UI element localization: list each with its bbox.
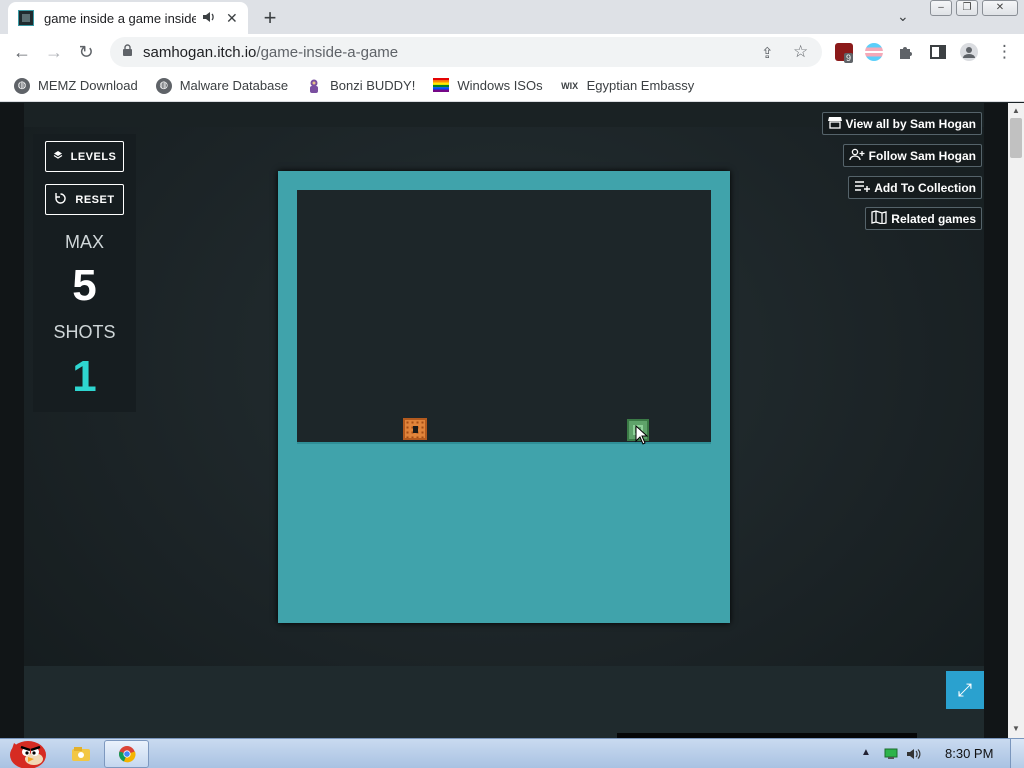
bookmark-egyptian-embassy[interactable]: WIX Egyptian Embassy	[561, 78, 695, 94]
restore-button[interactable]: ❐	[956, 0, 978, 16]
related-games-button[interactable]: Related games	[865, 207, 982, 230]
forward-button[interactable]: →	[43, 42, 65, 62]
fullscreen-button[interactable]: ⤢	[946, 671, 984, 709]
bookmark-label: MEMZ Download	[38, 78, 138, 93]
site-favicon	[18, 10, 34, 26]
bookmark-memz-download[interactable]: ◍ MEMZ Download	[14, 77, 138, 94]
window-close-button[interactable]: ✕	[982, 0, 1018, 16]
add-to-collection-button[interactable]: Add To Collection	[848, 176, 982, 199]
max-label: MAX	[64, 232, 104, 252]
bookmark-windows-isos[interactable]: Windows ISOs	[433, 77, 543, 94]
store-icon	[827, 116, 842, 132]
tab-game-inside-a-game[interactable]: game inside a game inside ✕	[8, 2, 248, 34]
levels-button[interactable]: LEVELS	[45, 141, 124, 172]
bookmark-star-icon[interactable]: ☆	[793, 42, 808, 62]
extensions-puzzle-icon[interactable]	[897, 43, 915, 61]
rainbow-flag-icon	[433, 77, 450, 94]
scroll-up-arrow-icon[interactable]: ▲	[1012, 106, 1020, 115]
reset-button[interactable]: RESET	[45, 184, 124, 215]
flag-extension-icon[interactable]	[865, 43, 883, 61]
user-plus-icon	[849, 148, 865, 164]
playlist-add-icon	[854, 180, 871, 195]
new-tab-button[interactable]: +	[258, 5, 282, 31]
player-core	[413, 426, 418, 433]
share-icon[interactable]: ⇪	[761, 44, 774, 62]
embed-bottom-band	[24, 666, 984, 738]
tab-close-icon[interactable]: ✕	[226, 10, 238, 27]
related-label: Related games	[891, 211, 976, 226]
browser-toolbar: ← → ↻ samhogan.itch.io/game-inside-a-gam…	[0, 34, 1024, 70]
follow-author-button[interactable]: Follow Sam Hogan	[842, 144, 982, 167]
bonzi-icon	[306, 78, 322, 94]
follow-label: Follow Sam Hogan	[868, 148, 976, 163]
bookmark-bonzi-buddy[interactable]: Bonzi BUDDY!	[306, 78, 415, 94]
shots-label: SHOTS	[53, 322, 116, 342]
speaker-icon[interactable]	[202, 11, 216, 26]
levels-label: LEVELS	[70, 150, 117, 163]
taskbar-chrome-button[interactable]	[104, 740, 149, 768]
bookmark-label: Windows ISOs	[457, 78, 543, 93]
url-path: /game-inside-a-game	[256, 43, 399, 61]
show-desktop-button[interactable]	[1010, 739, 1024, 768]
player-block	[403, 418, 427, 440]
game-level-area	[297, 190, 711, 442]
max-value: 5	[72, 261, 97, 310]
bookmarks-bar: ◍ MEMZ Download ◍ Malware Database Bonzi…	[0, 70, 1024, 102]
tab-search-chevron-icon[interactable]: ⌄	[897, 8, 909, 25]
tab-title: game inside a game inside	[44, 10, 196, 26]
volume-icon[interactable]	[906, 747, 921, 759]
window-controls: – ❐ ✕	[926, 0, 1018, 18]
map-icon	[871, 210, 887, 227]
start-button-angry-bird-icon[interactable]	[4, 733, 50, 768]
extension-badge: 9	[844, 53, 854, 63]
file-explorer-icon[interactable]	[70, 743, 92, 765]
view-all-by-author-button[interactable]: View all by Sam Hogan	[821, 112, 982, 135]
view-all-label: View all by Sam Hogan	[845, 116, 977, 131]
tab-strip: game inside a game inside ✕ + ⌄ – ❐ ✕	[0, 0, 1024, 34]
reset-icon	[54, 192, 67, 208]
game-canvas[interactable]	[278, 171, 730, 623]
page-viewport: LEVELS RESET MAX 5 SHOTS 1 View all by S…	[0, 103, 1008, 738]
tray-expand-icon[interactable]: ▲	[861, 747, 871, 758]
shots-value: 1	[72, 352, 97, 401]
network-icon[interactable]	[884, 747, 898, 759]
reload-button[interactable]: ↻	[75, 42, 97, 62]
layers-icon	[53, 150, 63, 163]
wix-icon: WIX	[561, 80, 579, 91]
back-button[interactable]: ←	[11, 42, 33, 62]
address-bar[interactable]: samhogan.itch.io/game-inside-a-game	[110, 37, 822, 67]
bookmark-label: Malware Database	[179, 78, 289, 93]
globe-icon: ◍	[14, 77, 30, 94]
globe-icon: ◍	[155, 77, 172, 94]
chrome-icon	[119, 746, 136, 763]
profile-avatar-icon[interactable]	[960, 43, 978, 61]
chrome-menu-icon[interactable]: ⋮	[996, 42, 1013, 62]
lock-icon[interactable]	[122, 44, 133, 60]
bookmark-malware-database[interactable]: ◍ Malware Database	[155, 77, 289, 94]
scroll-down-arrow-icon[interactable]: ▼	[1012, 724, 1020, 733]
windows-taskbar: ▲ 8:30 PM	[0, 738, 1024, 768]
side-panel-icon[interactable]	[929, 43, 947, 61]
screen: game inside a game inside ✕ + ⌄ – ❐ ✕ ← …	[0, 0, 1024, 768]
mouse-cursor-icon	[635, 425, 649, 445]
reset-label: RESET	[75, 193, 115, 206]
taskbar-clock[interactable]: 8:30 PM	[945, 746, 993, 761]
bookmark-label: Bonzi BUDDY!	[330, 78, 416, 93]
add-collection-label: Add To Collection	[874, 180, 976, 195]
page-scrollbar[interactable]	[1008, 103, 1024, 738]
scroll-thumb[interactable]	[1010, 118, 1022, 158]
url-host: samhogan.itch.io	[143, 43, 257, 61]
minimize-button[interactable]: –	[930, 0, 952, 16]
bookmark-label: Egyptian Embassy	[586, 78, 695, 93]
